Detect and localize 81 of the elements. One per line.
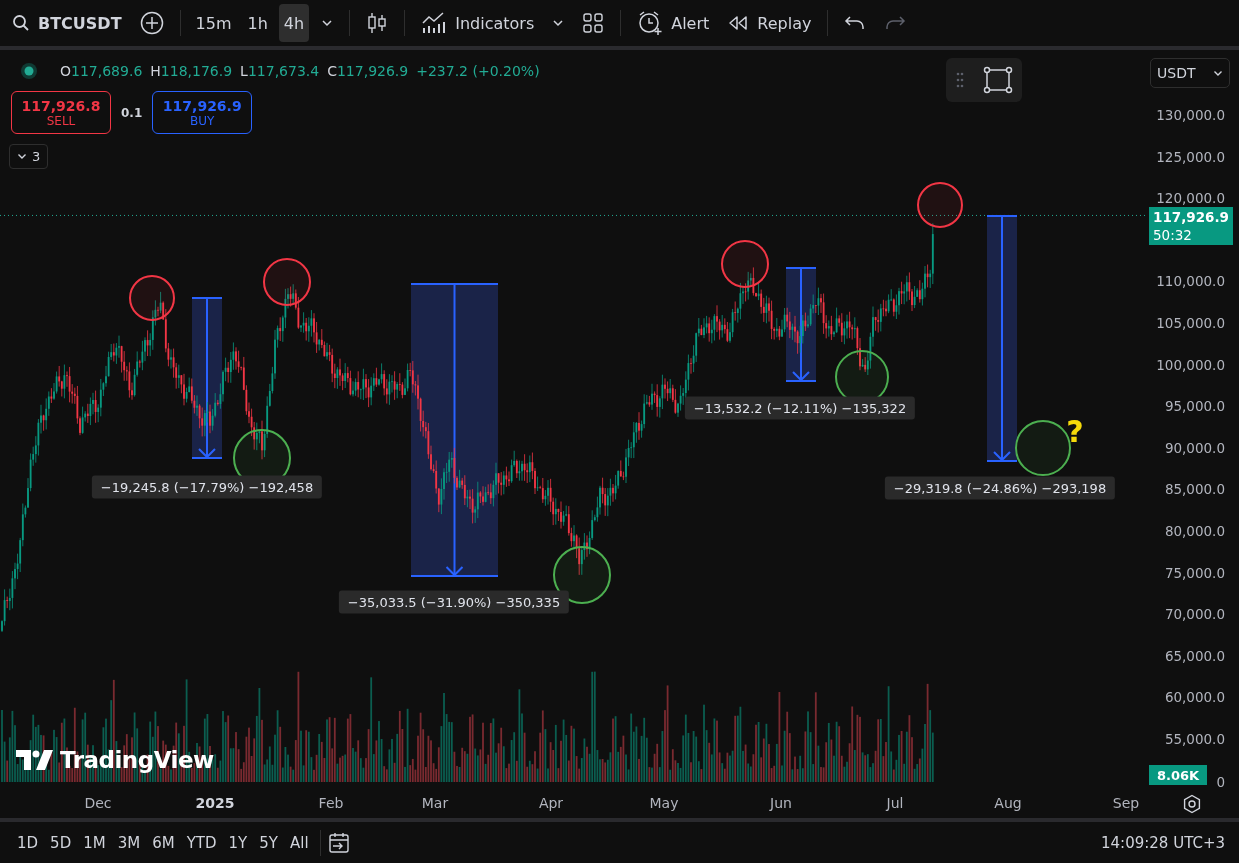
range-button[interactable]: 6M: [147, 830, 180, 855]
range-button[interactable]: YTD: [181, 830, 222, 855]
price-axis-label: 55,000.0: [1164, 731, 1225, 747]
status-dot-icon: [20, 62, 38, 80]
price-axis-label: 85,000.0: [1164, 481, 1225, 498]
change-value: +237.2 (+0.20%): [416, 63, 540, 79]
measure-label: −13,532.2 (−12.11%) −135,322: [684, 396, 916, 420]
drag-handle-icon[interactable]: [955, 72, 964, 88]
time-axis-label: Aug: [994, 795, 1022, 811]
high-value: H118,176.9: [150, 63, 233, 79]
rewind-icon: [727, 14, 750, 32]
measure-label: −29,319.8 (−24.86%) −293,198: [884, 476, 1116, 500]
rectangle-select-icon[interactable]: [982, 66, 1013, 94]
indicators-button[interactable]: Indicators: [415, 4, 541, 42]
chevron-down-icon: [321, 19, 334, 27]
interval-button[interactable]: 4h: [278, 4, 310, 42]
settings-icon[interactable]: [1182, 794, 1202, 814]
plus-circle-icon: [139, 11, 164, 35]
chevron-down-icon: [552, 19, 565, 27]
measure-label: −19,245.8 (−17.79%) −192,458: [91, 475, 323, 499]
price-axis-label: 95,000.0: [1164, 398, 1225, 415]
redo-icon: [884, 15, 907, 31]
question-mark: ?: [1066, 414, 1084, 449]
calendar-goto-icon[interactable]: [326, 830, 351, 855]
price-axis-label: 75,000.0: [1164, 564, 1225, 581]
price-axis-label: 120,000.0: [1156, 190, 1225, 207]
range-button[interactable]: All: [285, 830, 314, 855]
logo-mark-icon: [16, 750, 54, 770]
range-button[interactable]: 1M: [78, 830, 111, 855]
quantity-value: 0.1: [121, 105, 143, 120]
sell-button[interactable]: 117,926.8 SELL: [11, 91, 111, 134]
replay-button[interactable]: Replay: [721, 4, 818, 42]
close-value: C117,926.9: [327, 63, 409, 79]
time-axis-label: Feb: [318, 795, 344, 811]
price-axis-label: 100,000.0: [1156, 356, 1225, 373]
range-button[interactable]: 5Y: [254, 830, 283, 855]
price-axis-label: 80,000.0: [1164, 523, 1225, 539]
alarm-clock-icon: [637, 10, 664, 36]
chevron-down-icon: [1213, 69, 1223, 77]
time-axis-label: Dec: [84, 795, 112, 811]
range-button[interactable]: 3M: [112, 830, 146, 855]
price-axis-label: 105,000.0: [1156, 315, 1225, 331]
time-axis-label: 2025: [195, 795, 235, 811]
volume-axis-label: 0: [1216, 774, 1225, 790]
measure-label: −35,033.5 (−31.90%) −350,335: [338, 590, 570, 614]
volume-tag: 8.06K: [1149, 765, 1207, 785]
price-axis-label: 70,000.0: [1164, 606, 1225, 623]
undo-icon: [844, 15, 867, 31]
alert-button[interactable]: Alert: [631, 4, 716, 42]
search-icon: [12, 14, 30, 32]
line-chart-bars-icon: [421, 11, 448, 35]
price-axis-label: 65,000.0: [1164, 647, 1225, 664]
symbol-search-button[interactable]: BTCUSDT: [6, 4, 128, 42]
candlestick-icon: [366, 11, 389, 35]
time-axis-label: Sep: [1112, 795, 1140, 811]
grid-icon: [582, 12, 605, 34]
interval-button[interactable]: 1h: [242, 4, 273, 42]
chevron-down-icon: [17, 153, 27, 160]
range-button[interactable]: 1Y: [223, 830, 253, 855]
low-value: L117,673.4: [240, 63, 320, 79]
time-axis-label: May: [649, 795, 679, 811]
interval-button[interactable]: 15m: [190, 4, 237, 42]
range-button[interactable]: 1D: [12, 830, 44, 855]
open-value: O117,689.6: [60, 63, 143, 79]
tradingview-logo: TradingView: [16, 747, 214, 773]
price-axis-label: 110,000.0: [1156, 273, 1225, 290]
time-axis-label: Jul: [886, 795, 904, 811]
price-axis-label: 60,000.0: [1164, 689, 1225, 706]
buy-button[interactable]: 117,926.9 BUY: [152, 91, 253, 134]
time-axis-label: Apr: [538, 795, 564, 811]
price-axis-label: 90,000.0: [1164, 439, 1225, 456]
indicators-toggle-button[interactable]: 3: [9, 144, 49, 169]
currency-dropdown[interactable]: USDT: [1150, 58, 1230, 88]
bar-countdown: 50:32: [1153, 226, 1193, 244]
price-axis-label: 130,000.0: [1156, 107, 1225, 123]
last-price: 117,926.9: [1153, 208, 1230, 226]
time-axis-label: Jun: [770, 795, 792, 811]
time-axis-label: Mar: [421, 795, 449, 811]
price-axis-label: 125,000.0: [1156, 148, 1225, 165]
range-button[interactable]: 5D: [45, 830, 77, 855]
clock-time: 14:09:28 UTC+3: [1101, 833, 1225, 852]
